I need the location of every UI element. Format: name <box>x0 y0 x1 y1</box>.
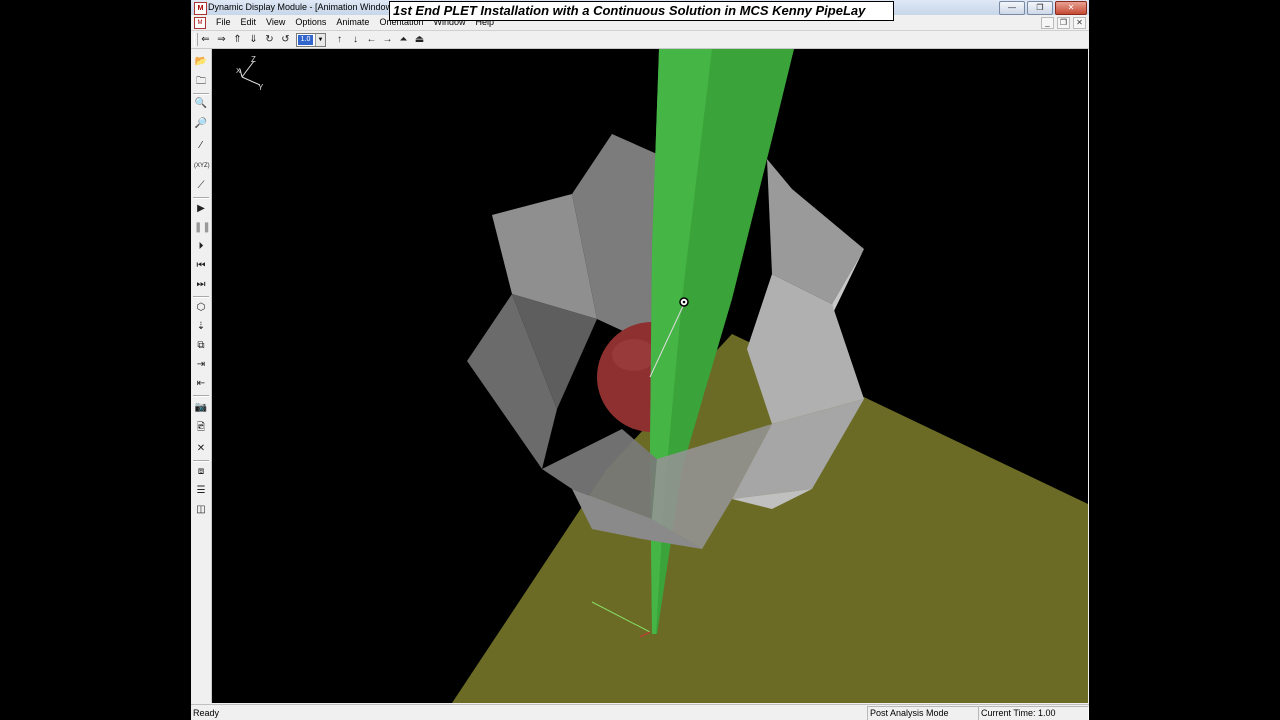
toolbar-grip[interactable] <box>194 33 198 46</box>
status-bar: Ready Post Analysis Mode Current Time: 1… <box>191 704 1089 720</box>
menu-options[interactable]: Options <box>290 15 331 30</box>
close-button[interactable]: ✕ <box>1055 1 1087 15</box>
camera-icon[interactable]: 📷 <box>194 401 208 415</box>
tile-horizontal-icon[interactable]: ☰ <box>194 484 208 498</box>
separator <box>193 395 209 397</box>
import-icon[interactable]: ⇥ <box>194 358 208 372</box>
tile-vertical-icon[interactable]: ◫ <box>194 503 208 517</box>
video-title-overlay: 1st End PLET Installation with a Continu… <box>389 1 894 21</box>
application-window: M Dynamic Display Module - [Animation Wi… <box>191 0 1089 720</box>
menu-file[interactable]: File <box>211 15 236 30</box>
open-file-icon[interactable]: 📂 <box>194 55 208 69</box>
zoom-icon[interactable]: 🔍 <box>194 97 208 111</box>
rotate-left-icon[interactable]: ⇐ <box>199 33 212 46</box>
target-marker-center <box>682 300 686 304</box>
tilt-down-icon[interactable]: ⏏ <box>413 33 426 46</box>
cube-icon[interactable]: ⬡ <box>194 301 208 315</box>
spin-cw-icon[interactable]: ↻ <box>263 33 276 46</box>
xyz-icon[interactable]: (XYZ) <box>194 159 210 173</box>
copy-icon[interactable]: ⧉ <box>194 339 208 353</box>
triad-label-y: Y <box>258 83 264 92</box>
scale-icon[interactable]: ⁄ <box>194 139 208 153</box>
pan-right-icon[interactable]: → <box>381 33 394 46</box>
pan-up-icon[interactable]: ↑ <box>333 33 346 46</box>
document-icon[interactable]: M <box>194 17 206 29</box>
zoom-all-icon[interactable]: 🔎 <box>194 117 208 131</box>
separator <box>193 296 209 298</box>
sphere-highlight <box>612 339 656 371</box>
menu-view[interactable]: View <box>261 15 290 30</box>
zoom-value: 1.0 <box>298 35 313 45</box>
doc-close-icon[interactable]: ✕ <box>1073 17 1086 29</box>
spin-ccw-icon[interactable]: ↺ <box>279 33 292 46</box>
status-time-label: Current Time: <box>981 708 1036 718</box>
image-icon[interactable]: 🖻 <box>194 421 208 435</box>
menu-edit[interactable]: Edit <box>236 15 262 30</box>
status-mode: Post Analysis Mode <box>867 706 979 720</box>
structure-panel <box>747 274 864 424</box>
skip-start-icon[interactable]: ⏮ <box>194 259 208 273</box>
view-toolbar: ⇐ ⇒ ⇑ ⇓ ↻ ↺ 1.0 ▼ ↑ ↓ ← → ⏶ ⏏ <box>191 31 1089 49</box>
separator <box>193 93 209 95</box>
measure-icon[interactable]: ⟋ <box>194 179 208 193</box>
status-time-value: 1.00 <box>1038 708 1056 718</box>
document-window-controls: _ ❐ ✕ <box>1041 17 1086 29</box>
layer-down-icon[interactable]: ⇣ <box>194 320 208 334</box>
scene-3d: Z X Y <box>236 49 1088 703</box>
doc-minimize-icon[interactable]: _ <box>1041 17 1054 29</box>
pause-icon[interactable]: ❚❚ <box>194 221 211 235</box>
doc-restore-icon[interactable]: ❐ <box>1057 17 1070 29</box>
app-icon[interactable]: M <box>194 2 207 15</box>
zoom-select[interactable]: 1.0 ▼ <box>296 33 326 47</box>
triad-label-x: X <box>236 68 241 75</box>
chevron-down-icon[interactable]: ▼ <box>315 34 325 46</box>
windows-cascade-icon[interactable]: ⧈ <box>194 465 208 479</box>
step-forward-icon[interactable]: ⏵ <box>194 240 208 254</box>
tilt-up-icon[interactable]: ⏶ <box>397 33 410 46</box>
tools-sidebar: 📂 🗀 🔍 🔎 ⁄ (XYZ) ⟋ ▶ ❚❚ ⏵ ⏮ ⏭ ⬡ ⇣ ⧉ ⇥ ⇤ 📷… <box>191 49 212 703</box>
rotate-right-icon[interactable]: ⇒ <box>215 33 228 46</box>
window-controls: — ❐ ✕ <box>999 1 1087 15</box>
export-icon[interactable]: ⇤ <box>194 377 208 391</box>
status-time: Current Time: 1.00 <box>978 706 1089 720</box>
status-ready: Ready <box>193 708 220 718</box>
separator <box>193 197 209 199</box>
delete-icon[interactable]: ✕ <box>194 442 208 456</box>
minimize-button[interactable]: — <box>999 1 1025 15</box>
pan-down-icon[interactable]: ↓ <box>349 33 362 46</box>
open-folder-icon[interactable]: 🗀 <box>194 75 208 89</box>
window-title: Dynamic Display Module - [Animation Wind… <box>208 2 395 12</box>
triad-label-z: Z <box>251 55 256 64</box>
separator <box>193 460 209 462</box>
rotate-down-icon[interactable]: ⇓ <box>247 33 260 46</box>
maximize-button[interactable]: ❐ <box>1027 1 1053 15</box>
animation-viewport[interactable]: Z X Y <box>212 49 1088 703</box>
skip-end-icon[interactable]: ⏭ <box>194 278 208 292</box>
pan-left-icon[interactable]: ← <box>365 33 378 46</box>
rotate-up-icon[interactable]: ⇑ <box>231 33 244 46</box>
play-icon[interactable]: ▶ <box>194 202 208 216</box>
menu-animate[interactable]: Animate <box>331 15 374 30</box>
